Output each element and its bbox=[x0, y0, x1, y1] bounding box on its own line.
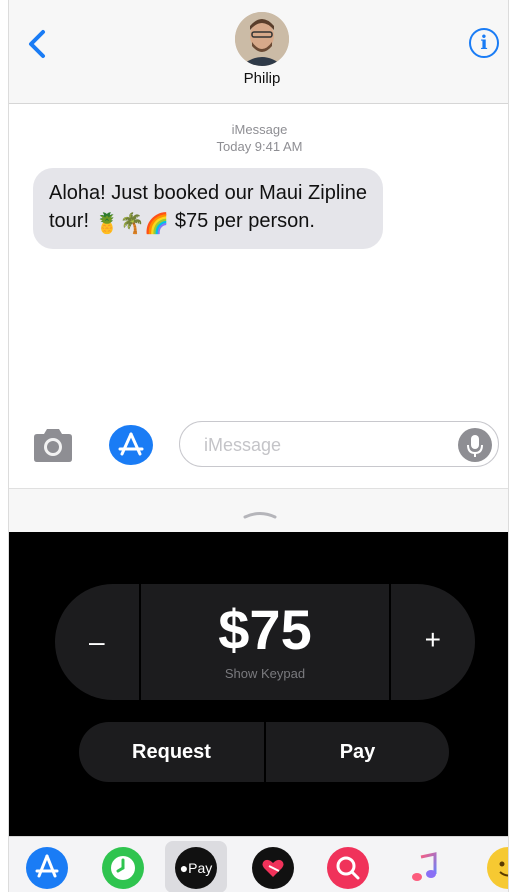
imessage-app-drawer: ●Pay bbox=[9, 836, 508, 892]
decrease-amount-button[interactable]: – bbox=[55, 584, 139, 700]
amount-stepper: – $75 Show Keypad + bbox=[55, 584, 475, 700]
rainbow-emoji: 🌈 bbox=[144, 213, 170, 235]
apple-pay-label: Pay bbox=[188, 860, 213, 876]
pay-button[interactable]: Pay bbox=[266, 722, 449, 782]
apple-pay-icon[interactable]: ●Pay bbox=[175, 847, 217, 889]
camera-icon[interactable] bbox=[30, 425, 76, 465]
emoji-stickers-icon[interactable] bbox=[487, 847, 508, 889]
back-chevron-icon[interactable] bbox=[23, 26, 51, 62]
show-keypad-link[interactable]: Show Keypad bbox=[141, 666, 389, 681]
microphone-icon[interactable] bbox=[458, 428, 492, 462]
request-button[interactable]: Request bbox=[79, 722, 264, 782]
info-icon[interactable]: i bbox=[469, 28, 499, 58]
avatar[interactable] bbox=[235, 12, 289, 66]
digital-touch-icon[interactable] bbox=[252, 847, 294, 889]
service-label: iMessage bbox=[231, 122, 288, 137]
apple-pay-app-selected[interactable]: ●Pay bbox=[165, 841, 227, 892]
app-drawer-handle-bar[interactable] bbox=[9, 488, 508, 532]
image-search-icon[interactable] bbox=[327, 847, 369, 889]
message-input-placeholder: iMessage bbox=[204, 435, 282, 455]
chevron-down-icon[interactable] bbox=[243, 507, 277, 519]
music-icon[interactable] bbox=[405, 847, 447, 889]
message-text-end: $75 per person. bbox=[169, 210, 315, 232]
increase-amount-button[interactable]: + bbox=[391, 584, 475, 700]
incoming-message-bubble[interactable]: Aloha! Just booked our Maui Zipline tour… bbox=[33, 168, 383, 249]
apple-logo-icon: ● bbox=[179, 860, 189, 876]
pineapple-emoji: 🍍 bbox=[94, 213, 120, 235]
payment-amount[interactable]: $75 bbox=[141, 600, 389, 660]
apple-pay-panel: – $75 Show Keypad + Request Pay bbox=[9, 532, 508, 836]
messages-screen: Philip i iMessage Today 9:41 AM Aloha! J… bbox=[8, 0, 509, 892]
minus-icon: – bbox=[89, 626, 105, 657]
app-store-icon[interactable] bbox=[109, 425, 153, 465]
palm-tree-emoji: 🌴 bbox=[119, 213, 145, 235]
contact-name[interactable]: Philip bbox=[209, 70, 315, 87]
pay-actions: Request Pay bbox=[79, 722, 449, 782]
message-timestamp: Today 9:41 AM bbox=[216, 139, 303, 154]
app-store-icon[interactable] bbox=[26, 847, 68, 889]
message-input[interactable]: iMessage bbox=[179, 421, 499, 467]
plus-icon: + bbox=[424, 624, 441, 655]
clock-icon[interactable] bbox=[102, 847, 144, 889]
conversation-header: Philip i bbox=[9, 0, 508, 104]
